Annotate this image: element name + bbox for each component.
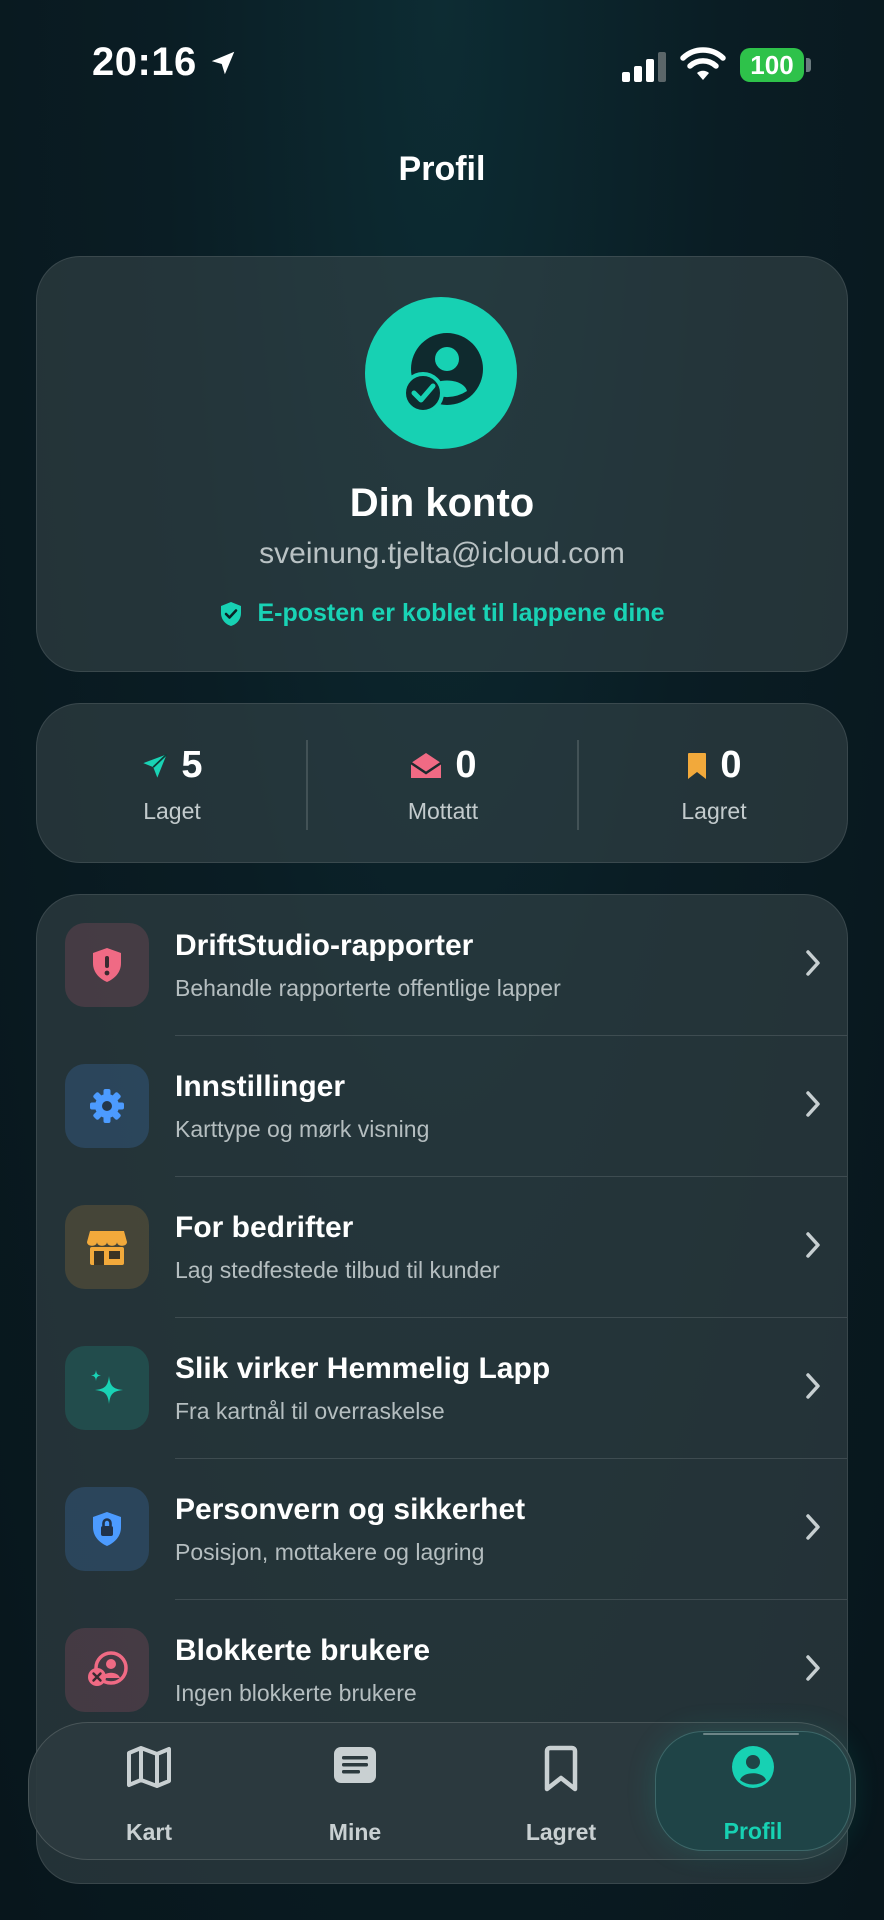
- tab-bar: Kart Mine Lagret Profil: [28, 1722, 856, 1860]
- cellular-signal-icon: [622, 52, 666, 82]
- menu-item-title: Innstillinger: [175, 1070, 346, 1103]
- tab-saved[interactable]: Lagret: [461, 1723, 661, 1861]
- stat-created-value: 5: [181, 744, 203, 786]
- account-email: sveinung.tjelta@icloud.com: [259, 537, 625, 570]
- menu-item-for-business[interactable]: For bedrifter Lag stedfestede tilbud til…: [37, 1177, 847, 1318]
- wifi-icon: [680, 47, 726, 80]
- stat-received-value: 0: [455, 744, 477, 786]
- stat-created[interactable]: 5 Laget: [37, 704, 307, 864]
- active-tab-highlight: [703, 1733, 799, 1735]
- chevron-right-icon: [806, 1373, 820, 1399]
- shield-alert-icon: [93, 948, 121, 982]
- stat-received-label: Mottatt: [407, 798, 479, 824]
- menu-item-privacy-security[interactable]: Personvern og sikkerhet Posisjon, mottak…: [37, 1459, 847, 1600]
- page-title: Profil: [398, 150, 486, 188]
- account-title: Din konto: [349, 481, 535, 525]
- menu-item-subtitle: Karttype og mørk visning: [175, 1116, 430, 1142]
- tab-profile[interactable]: Profil: [655, 1731, 851, 1851]
- location-arrow-icon: [211, 51, 235, 75]
- person-blocked-icon: [88, 1651, 128, 1686]
- menu-item-subtitle: Posisjon, mottakere og lagring: [175, 1539, 485, 1565]
- envelope-open-icon: [410, 752, 443, 778]
- menu-item-settings[interactable]: Innstillinger Karttype og mørk visning: [37, 1036, 847, 1177]
- stat-received[interactable]: 0 Mottatt: [308, 704, 578, 864]
- gear-icon: [90, 1089, 124, 1123]
- menu-icon-badge: [65, 1205, 149, 1289]
- bookmark-icon: [688, 752, 707, 779]
- account-card: Din konto sveinung.tjelta@icloud.com E-p…: [36, 256, 848, 672]
- tab-mine-label: Mine: [328, 1819, 382, 1845]
- email-linked-text: E-posten er koblet til lappene dine: [257, 599, 665, 627]
- tab-saved-label: Lagret: [525, 1819, 597, 1845]
- tab-mine[interactable]: Mine: [255, 1723, 455, 1861]
- chevron-right-icon: [806, 950, 820, 976]
- tab-profile-label: Profil: [723, 1818, 783, 1844]
- email-linked-status: E-posten er koblet til lappene dine: [37, 599, 847, 628]
- menu-item-subtitle: Lag stedfestede tilbud til kunder: [175, 1257, 500, 1283]
- menu-icon-badge: [65, 923, 149, 1007]
- chevron-right-icon: [806, 1091, 820, 1117]
- menu-item-driftstudio-reports[interactable]: DriftStudio-rapporter Behandle rapporter…: [37, 895, 847, 1036]
- stat-saved-label: Lagret: [681, 798, 747, 824]
- status-time: 20:16: [92, 40, 197, 84]
- menu-item-subtitle: Fra kartnål til overraskelse: [175, 1398, 445, 1424]
- menu-icon-badge: [65, 1628, 149, 1712]
- sparkles-icon: [91, 1370, 123, 1404]
- stat-saved[interactable]: 0 Lagret: [579, 704, 849, 864]
- avatar: [365, 297, 517, 449]
- tab-map[interactable]: Kart: [49, 1723, 249, 1861]
- shield-check-icon: [221, 601, 242, 626]
- bookmark-icon: [544, 1745, 578, 1792]
- tab-map-label: Kart: [125, 1819, 172, 1845]
- send-icon: [143, 753, 168, 778]
- menu-icon-badge: [65, 1487, 149, 1571]
- stat-saved-value: 0: [720, 744, 742, 786]
- menu-item-blocked-users[interactable]: Blokkerte brukere Ingen blokkerte bruker…: [37, 1600, 847, 1741]
- menu-item-how-it-works[interactable]: Slik virker Hemmelig Lapp Fra kartnål ti…: [37, 1318, 847, 1459]
- battery-nub: [806, 58, 811, 72]
- storefront-icon: [87, 1231, 127, 1265]
- chevron-right-icon: [806, 1232, 820, 1258]
- chevron-right-icon: [806, 1655, 820, 1681]
- menu-item-title: Slik virker Hemmelig Lapp: [175, 1352, 551, 1385]
- person-verified-icon: [402, 333, 483, 414]
- stats-card: 5 Laget 0 Mottatt 0 Lagret: [36, 703, 848, 863]
- menu-item-title: DriftStudio-rapporter: [175, 929, 474, 962]
- chevron-right-icon: [806, 1514, 820, 1540]
- stat-created-label: Laget: [143, 798, 201, 824]
- map-icon: [127, 1746, 171, 1788]
- note-icon: [334, 1747, 376, 1783]
- menu-item-subtitle: Ingen blokkerte brukere: [175, 1680, 417, 1706]
- menu-icon-badge: [65, 1346, 149, 1430]
- status-bar: 20:16 100: [0, 0, 884, 120]
- shield-lock-icon: [93, 1512, 121, 1546]
- menu-item-subtitle: Behandle rapporterte offentlige lapper: [175, 975, 561, 1001]
- menu-icon-badge: [65, 1064, 149, 1148]
- person-circle-icon: [732, 1746, 774, 1788]
- menu-item-title: For bedrifter: [175, 1211, 354, 1244]
- battery-indicator: 100: [740, 48, 804, 82]
- menu-item-title: Blokkerte brukere: [175, 1634, 431, 1667]
- menu-item-title: Personvern og sikkerhet: [175, 1493, 526, 1526]
